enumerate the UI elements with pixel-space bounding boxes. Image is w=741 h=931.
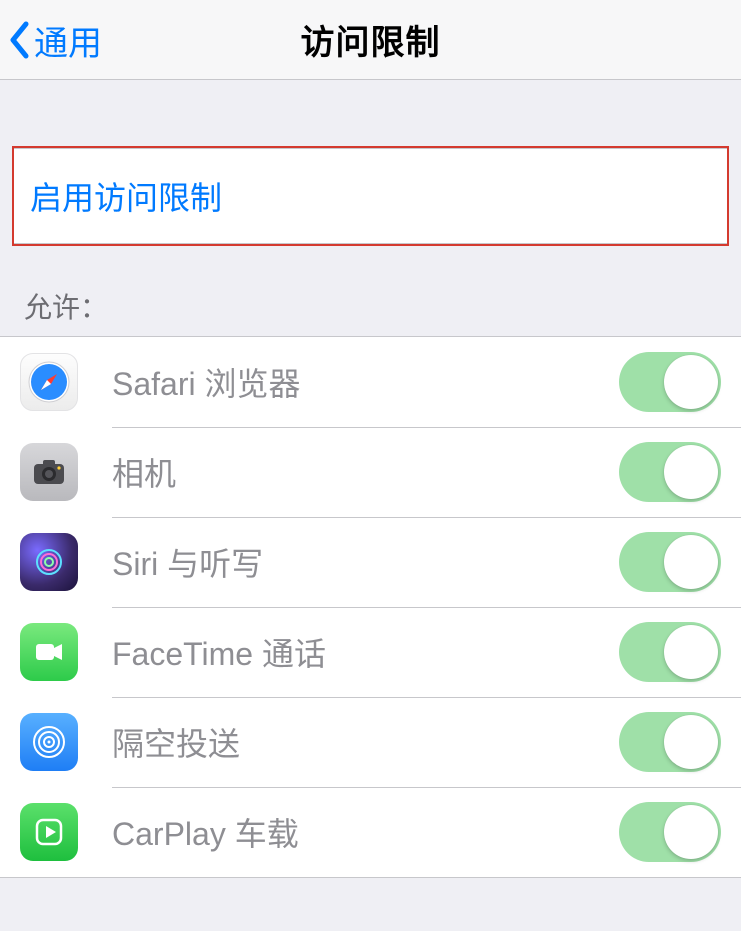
- row-safari-toggle[interactable]: [619, 352, 721, 412]
- back-button[interactable]: 通用: [8, 0, 102, 80]
- enable-restrictions-highlight: 启用访问限制: [12, 146, 729, 246]
- row-carplay-toggle[interactable]: [619, 802, 721, 862]
- row-camera: 相机: [0, 427, 741, 517]
- row-camera-toggle[interactable]: [619, 442, 721, 502]
- airdrop-icon: [20, 713, 78, 771]
- row-facetime-toggle[interactable]: [619, 622, 721, 682]
- carplay-icon: [20, 803, 78, 861]
- row-facetime-label: FaceTime 通话: [112, 629, 619, 675]
- enable-restrictions-row[interactable]: 启用访问限制: [14, 148, 727, 244]
- siri-icon: [20, 533, 78, 591]
- spacer: [0, 878, 741, 920]
- chevron-left-icon: [8, 21, 30, 59]
- row-facetime: FaceTime 通话: [0, 607, 741, 697]
- row-safari: Safari 浏览器: [0, 337, 741, 427]
- camera-icon: [20, 443, 78, 501]
- row-airdrop-toggle[interactable]: [619, 712, 721, 772]
- facetime-icon: [20, 623, 78, 681]
- row-camera-label: 相机: [112, 449, 619, 495]
- safari-icon: [20, 353, 78, 411]
- row-carplay-label: CarPlay 车载: [112, 809, 619, 855]
- navbar: 通用 访问限制: [0, 0, 741, 80]
- row-siri-toggle[interactable]: [619, 532, 721, 592]
- page-title: 访问限制: [301, 15, 441, 64]
- row-safari-label: Safari 浏览器: [112, 359, 619, 405]
- enable-restrictions-label: 启用访问限制: [30, 173, 222, 219]
- allow-section-header: 允许：: [0, 246, 741, 336]
- row-airdrop-label: 隔空投送: [112, 719, 619, 765]
- allow-list: Safari 浏览器 相机 Siri 与听写: [0, 336, 741, 878]
- row-siri: Siri 与听写: [0, 517, 741, 607]
- row-airdrop: 隔空投送: [0, 697, 741, 787]
- row-carplay: CarPlay 车载: [0, 787, 741, 877]
- back-label: 通用: [34, 16, 102, 65]
- row-siri-label: Siri 与听写: [112, 539, 619, 585]
- spacer: [0, 80, 741, 146]
